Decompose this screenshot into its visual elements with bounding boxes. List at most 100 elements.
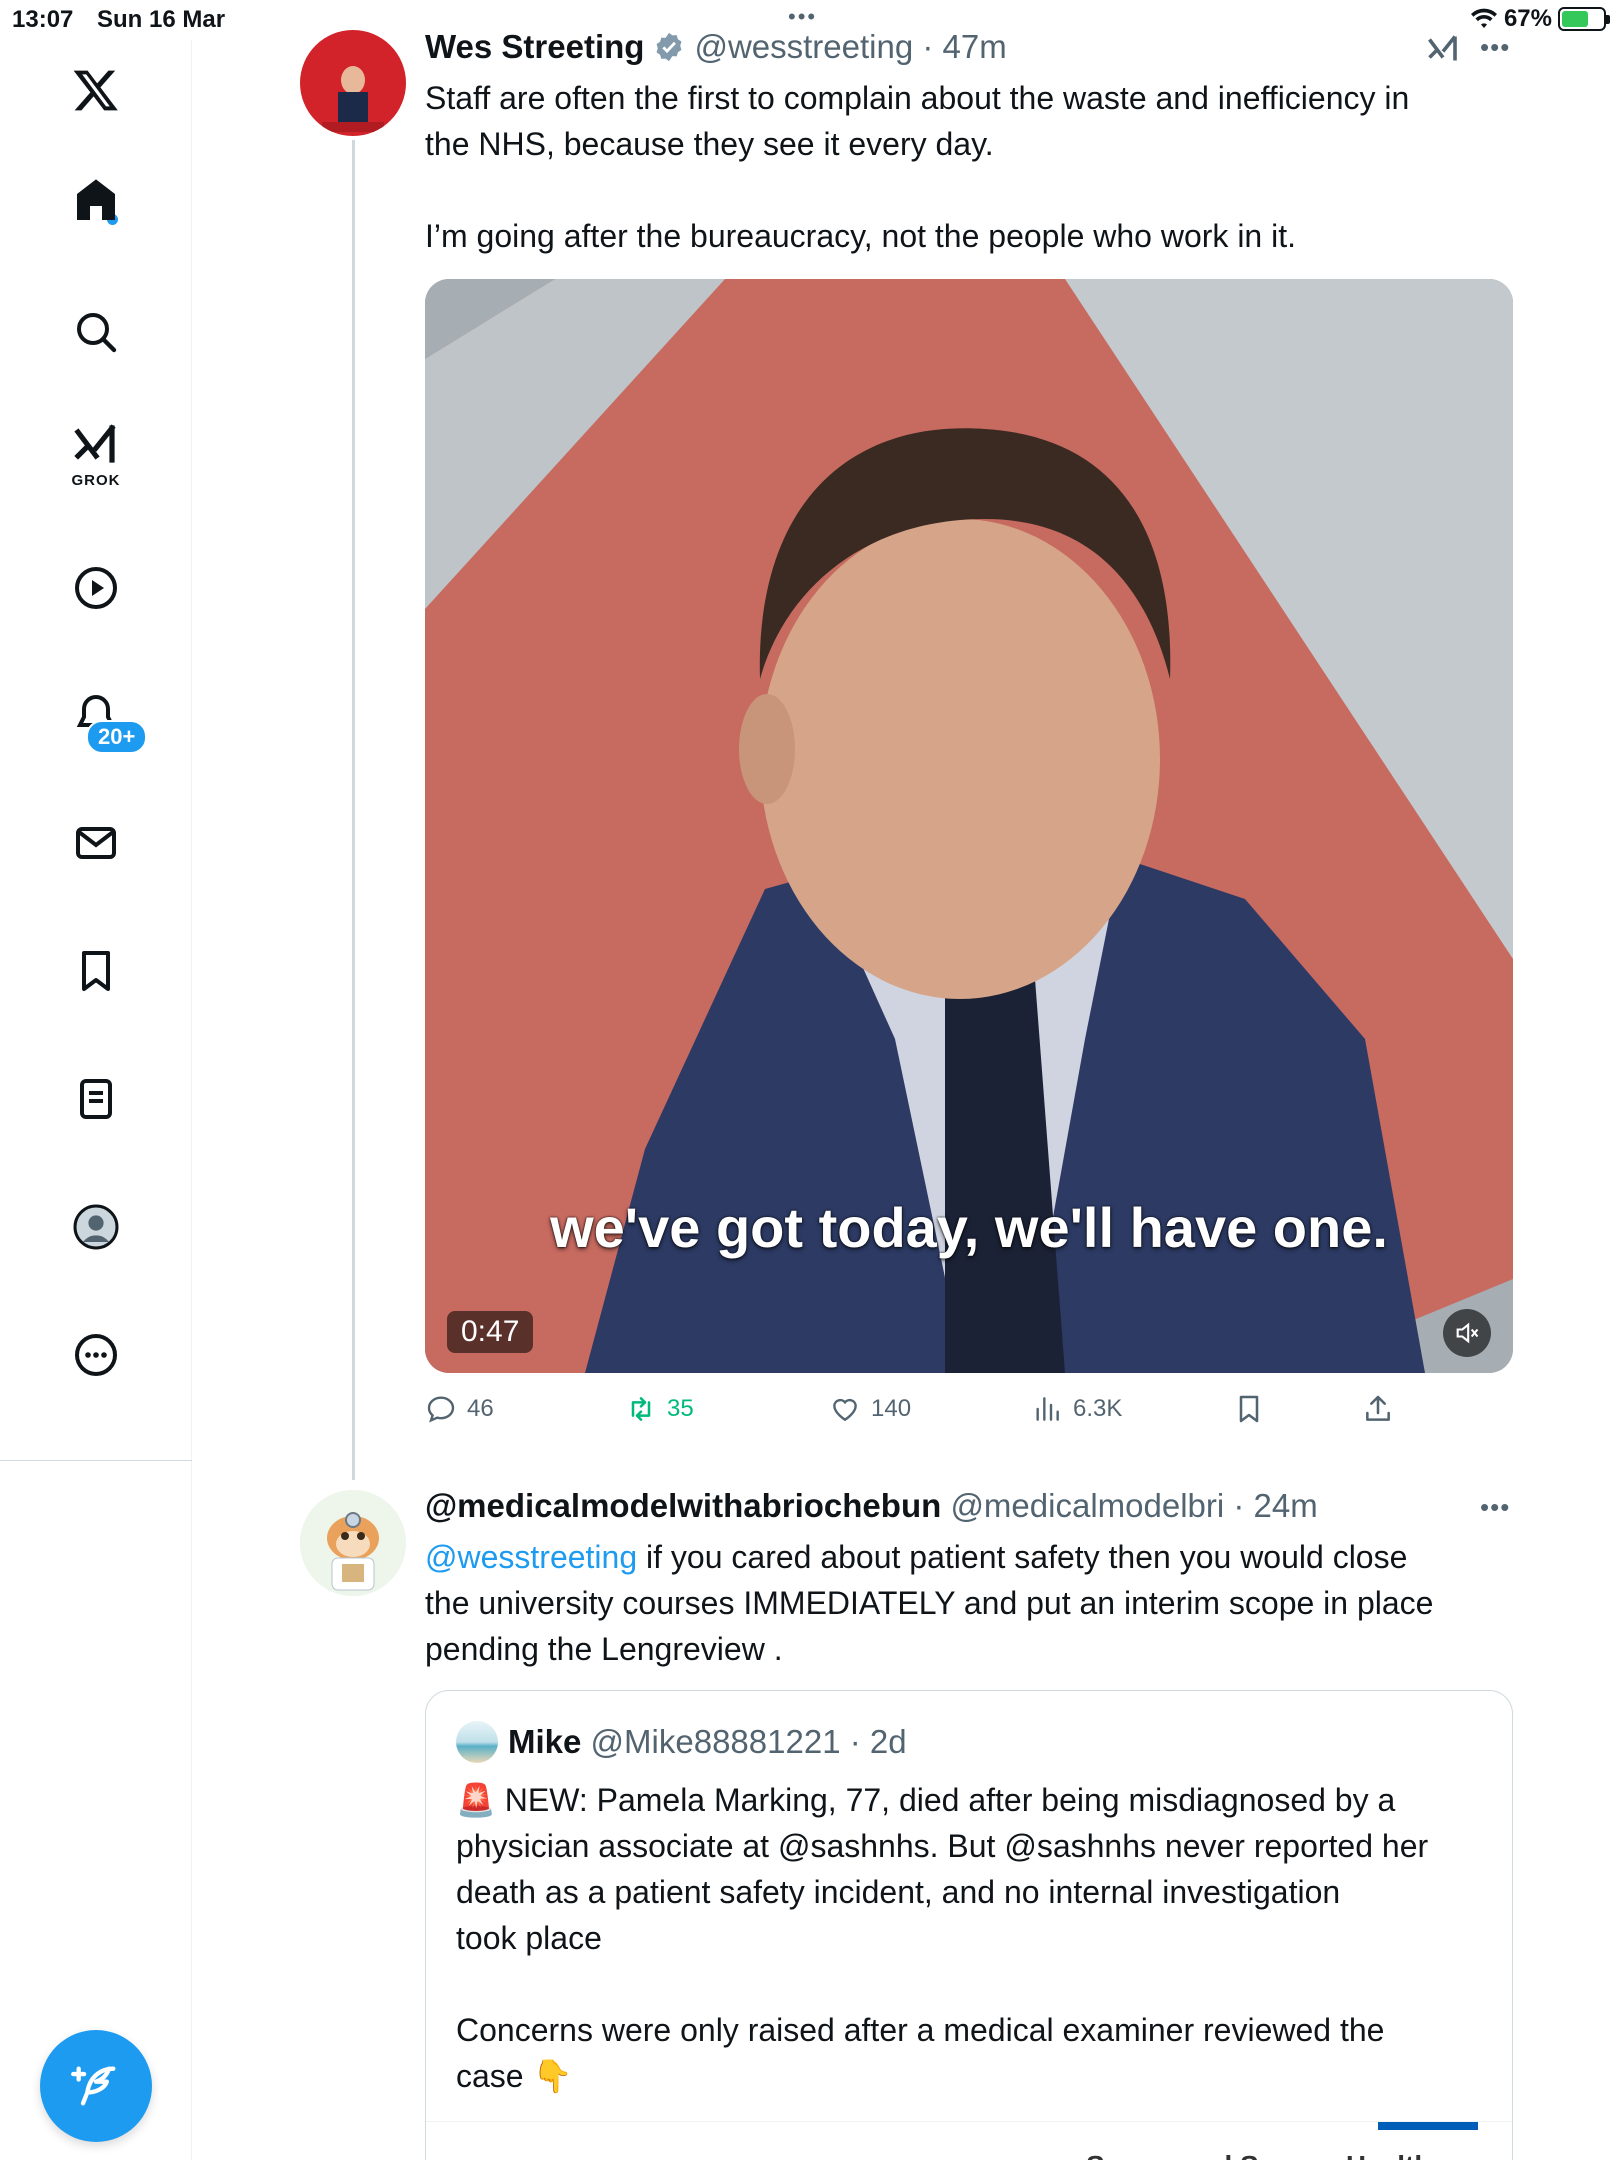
share-button[interactable] xyxy=(1362,1393,1394,1425)
sidebar-item-profile[interactable] xyxy=(51,1182,141,1272)
tweet-header: Wes Streeting @wesstreeting · 47m xyxy=(425,28,1007,66)
author-handle[interactable]: @wesstreeting xyxy=(694,28,913,66)
quote-author-name: Mike xyxy=(508,1723,582,1760)
thread-line xyxy=(352,140,355,1480)
quote-text-line: death as a patient safety incident, and … xyxy=(456,1874,1341,1910)
sidebar-item-video[interactable] xyxy=(51,543,141,633)
sidebar-divider xyxy=(0,1460,192,1461)
bookmark-icon xyxy=(1239,1395,1259,1423)
author-handle[interactable]: @medicalmodelbri xyxy=(950,1487,1224,1525)
separator-dot: · xyxy=(913,28,943,65)
like-button[interactable]: 140 xyxy=(829,1393,911,1425)
sidebar-item-messages[interactable] xyxy=(51,798,141,888)
sidebar-item-grok[interactable]: GROK xyxy=(51,410,141,500)
wifi-icon xyxy=(1470,8,1497,28)
bookmark-button[interactable] xyxy=(1233,1393,1265,1425)
list-icon xyxy=(80,1079,112,1119)
quote-text-line: physician associate at @sashnhs. But @sa… xyxy=(456,1828,1429,1864)
avatar[interactable] xyxy=(300,1490,406,1596)
views-button[interactable]: 6.3K xyxy=(1031,1393,1122,1425)
x-logo-icon[interactable] xyxy=(51,45,141,135)
avatar-icon xyxy=(73,1204,119,1250)
views-count: 6.3K xyxy=(1073,1395,1123,1422)
sidebar-item-bookmarks[interactable] xyxy=(51,926,141,1016)
quote-author-handle: @Mike88881221 xyxy=(590,1723,841,1760)
search-icon xyxy=(77,313,117,353)
author-name[interactable]: Wes Streeting xyxy=(425,28,644,66)
reply-icon xyxy=(427,1396,455,1423)
multitasking-dots-icon[interactable]: ••• xyxy=(788,4,817,30)
sidebar-item-more[interactable] xyxy=(51,1310,141,1400)
notification-badge: 20+ xyxy=(86,720,148,754)
separator-dot: · xyxy=(1224,1487,1254,1524)
tweet-text-line: Staff are often the first to complain ab… xyxy=(425,80,1410,116)
tweet-text-line: pending the Lengreview . xyxy=(425,1631,783,1667)
tweet-text: Staff are often the first to complain ab… xyxy=(425,75,1409,259)
siren-emoji: 🚨 xyxy=(456,1782,496,1818)
video-caption: we've got today, we'll have one. xyxy=(550,1196,1388,1259)
video-player[interactable]: we've got today, we'll have one. 0:47 xyxy=(425,279,1513,1373)
battery-icon xyxy=(1558,7,1610,31)
tweet-text-line: @wesstreeting if you cared about patient… xyxy=(425,1534,1433,1580)
tweet-time[interactable]: 47m xyxy=(943,28,1007,66)
tweet-text-line: the university courses IMMEDIATELY and p… xyxy=(425,1585,1434,1621)
status-right: 67% xyxy=(1470,5,1610,33)
quote-text-fragment: case xyxy=(456,2058,533,2094)
mute-button[interactable] xyxy=(1443,1309,1491,1357)
retweet-count: 35 xyxy=(667,1395,694,1422)
mention-link[interactable]: @wesstreeting xyxy=(425,1539,637,1575)
sidebar-item-lists[interactable] xyxy=(51,1054,141,1144)
grok-label: GROK xyxy=(71,471,121,489)
tweet-header: @medicalmodelwithabriochebun @medicalmod… xyxy=(425,1487,1318,1525)
pointing-down-emoji: 👇 xyxy=(532,2058,573,2094)
grok-tweet-icon[interactable] xyxy=(1425,32,1461,68)
home-icon xyxy=(77,179,115,220)
reply-button[interactable]: 46 xyxy=(425,1393,494,1425)
more-options-icon[interactable]: ••• xyxy=(1480,1492,1510,1523)
play-circle-icon xyxy=(75,567,117,609)
separator-dot: · xyxy=(840,1723,870,1760)
like-count: 140 xyxy=(871,1395,912,1422)
status-date: Sun 16 Mar xyxy=(97,6,226,33)
grok-icon xyxy=(74,423,116,463)
quote-header: Mike @Mike88881221 · 2d xyxy=(456,1721,907,1763)
tweet-text-line: the NHS, because they see it every day. xyxy=(425,126,994,162)
feather-plus-icon xyxy=(71,2066,116,2106)
retweet-icon xyxy=(631,1397,651,1421)
quote-text-line: Concerns were only raised after a medica… xyxy=(456,2012,1385,2048)
tweet-text-fragment: if you cared about patient safety then y… xyxy=(637,1539,1408,1575)
sidebar-item-search[interactable] xyxy=(51,287,141,377)
battery-percent: 67% xyxy=(1503,5,1552,32)
tweet-text: @wesstreeting if you cared about patient… xyxy=(425,1534,1433,1672)
views-chart-icon xyxy=(1036,1397,1059,1421)
quote-text-fragment: NEW: Pamela Marking, 77, died after bein… xyxy=(495,1782,1396,1818)
tweet-actions: 46 35 140 6.3K xyxy=(425,1393,1425,1433)
speaker-muted-icon xyxy=(1456,1322,1479,1344)
sidebar: GROK 20+ xyxy=(0,40,192,2160)
bookmark-icon xyxy=(82,951,110,991)
heart-icon xyxy=(833,1398,857,1422)
compose-post-button[interactable] xyxy=(40,2030,152,2142)
retweet-button[interactable]: 35 xyxy=(625,1393,694,1425)
envelope-icon xyxy=(76,827,116,859)
nhs-logo-bar xyxy=(1378,2122,1478,2130)
verified-badge-icon xyxy=(656,32,682,62)
video-duration: 0:47 xyxy=(447,1311,534,1353)
quote-text: 🚨 NEW: Pamela Marking, 77, died after be… xyxy=(456,1777,1486,2099)
quoted-tweet[interactable]: Mike @Mike88881221 · 2d 🚨 NEW: Pamela Ma… xyxy=(425,1690,1513,2160)
quote-text-line: case 👇 xyxy=(456,2053,1486,2099)
status-time: 13:07 xyxy=(12,6,74,33)
quote-media-text: Surrey and Sussex Healthcare xyxy=(1086,2150,1489,2160)
quote-text-line: took place xyxy=(456,1920,602,1956)
more-options-icon[interactable]: ••• xyxy=(1480,32,1510,63)
quote-time: 2d xyxy=(869,1723,907,1760)
quote-media-image[interactable]: Surrey and Sussex Healthcare xyxy=(426,2121,1512,2160)
more-circle-icon xyxy=(75,1334,117,1376)
avatar[interactable] xyxy=(300,30,406,136)
reply-count: 46 xyxy=(467,1395,494,1422)
tweet-time[interactable]: 24m xyxy=(1254,1487,1318,1525)
quote-text-line: 🚨 NEW: Pamela Marking, 77, died after be… xyxy=(456,1777,1486,1823)
avatar xyxy=(456,1721,498,1763)
sidebar-item-home[interactable] xyxy=(51,155,141,245)
author-name[interactable]: @medicalmodelwithabriochebun xyxy=(425,1487,941,1525)
